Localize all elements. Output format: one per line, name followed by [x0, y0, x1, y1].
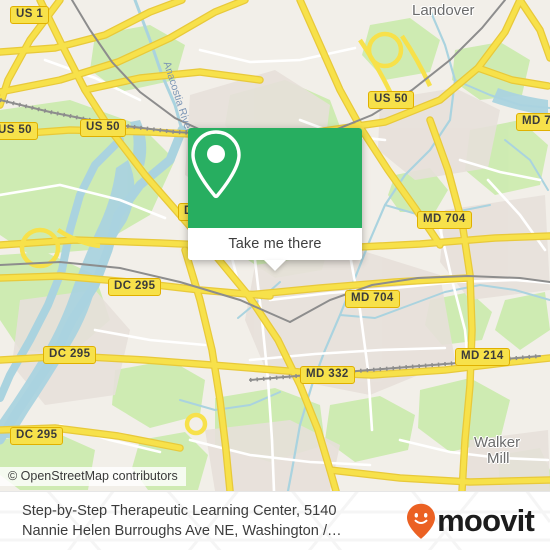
- road-shield: US 50: [368, 91, 414, 109]
- take-me-there-label: Take me there: [228, 236, 322, 252]
- footer-bar: Step-by-Step Therapeutic Learning Center…: [0, 491, 550, 550]
- road-shield: US 1: [10, 6, 50, 24]
- location-popup-card[interactable]: Take me there: [188, 128, 362, 271]
- moovit-pin-smiley-icon: [407, 503, 436, 539]
- popup-header: [188, 128, 362, 228]
- place-label-walker: Walker: [474, 434, 521, 451]
- map-canvas[interactable]: US 1 US 50 MD 7 US 50 US 50 MD 704 DC 29…: [0, 0, 550, 491]
- road-shield: MD 704: [417, 211, 472, 229]
- place-label-mill: Mill: [487, 450, 510, 467]
- road-shield: MD 7: [516, 113, 550, 131]
- screenshot-root: US 1 US 50 MD 7 US 50 US 50 MD 704 DC 29…: [0, 0, 550, 550]
- road-shield: US 50: [0, 122, 38, 140]
- take-me-there-button[interactable]: Take me there: [188, 228, 362, 260]
- road-shield: MD 332: [300, 366, 355, 384]
- road-shield: DC 295: [108, 278, 162, 296]
- osm-attribution[interactable]: © OpenStreetMap contributors: [0, 467, 186, 486]
- map-pin-icon: [191, 130, 241, 199]
- road-shield: MD 214: [455, 348, 510, 366]
- location-title: Step-by-Step Therapeutic Learning Center…: [22, 503, 342, 539]
- road-shield: MD 704: [345, 290, 400, 308]
- road-shield: US 50: [80, 119, 126, 137]
- popup-pointer: [264, 260, 286, 271]
- moovit-wordmark: moovit: [437, 503, 535, 538]
- moovit-logo[interactable]: moovit: [406, 503, 535, 539]
- road-shield: DC 295: [43, 346, 97, 364]
- place-label-landover: Landover: [412, 2, 475, 19]
- road-shield: DC 295: [10, 427, 64, 445]
